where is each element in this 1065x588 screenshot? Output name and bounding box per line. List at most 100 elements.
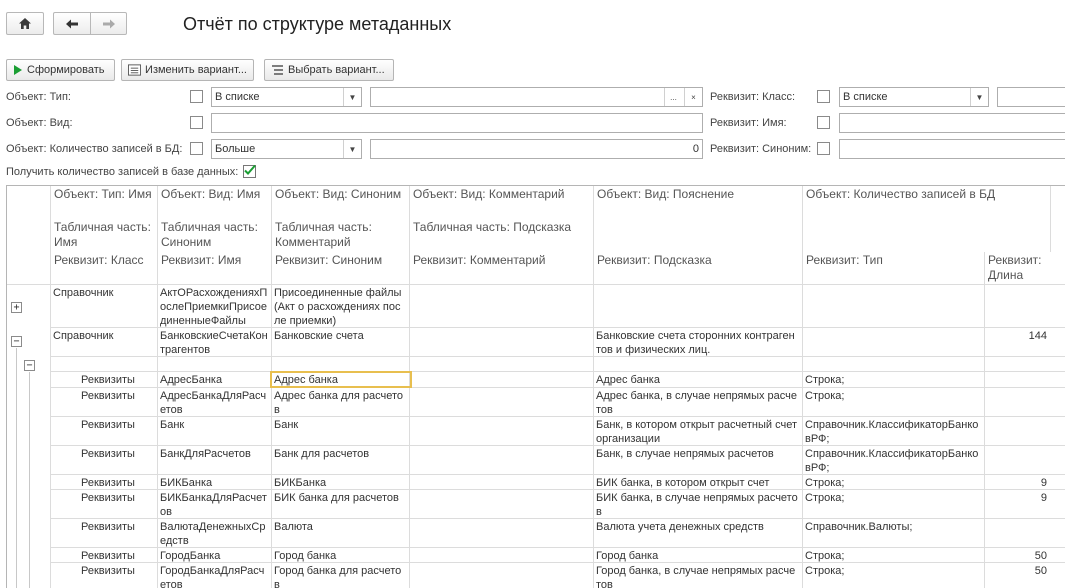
table-cell: БИКБанка bbox=[274, 477, 327, 489]
table-cell-number bbox=[984, 417, 1050, 445]
obj-view-checkbox[interactable] bbox=[190, 116, 203, 129]
report-grid[interactable]: Объект: Тип: Имя Объект: Вид: Имя Объект: … bbox=[6, 185, 1065, 588]
collapse-icon[interactable]: − bbox=[11, 336, 22, 347]
req-class-mode-select[interactable]: В списке ▼ bbox=[839, 87, 989, 107]
expand-icon[interactable]: + bbox=[11, 302, 22, 313]
table-cell: БанкДляРасчетов bbox=[160, 448, 251, 460]
table-cell bbox=[802, 357, 984, 371]
selected-cell[interactable] bbox=[270, 371, 412, 388]
table-cell: Справочник.КлассификаторБанковРФ; bbox=[805, 419, 979, 445]
obj-type-mode-value: В списке bbox=[215, 91, 260, 103]
table-cell: Банк для расчетов bbox=[274, 448, 370, 460]
table-cell-number: 50 bbox=[1034, 565, 1047, 577]
table-cell: Банковские счета bbox=[274, 330, 364, 342]
table-cell-number bbox=[984, 285, 1050, 327]
chevron-down-icon[interactable]: ▼ bbox=[970, 88, 988, 106]
collapse-icon[interactable]: − bbox=[24, 360, 35, 371]
obj-count-value-input[interactable]: 0 bbox=[370, 139, 703, 159]
table-cell: Реквизиты bbox=[81, 390, 135, 402]
table-cell: Реквизиты bbox=[81, 492, 135, 504]
header-cell: Объект: Количество записей в БД bbox=[806, 187, 996, 201]
req-class-value-input[interactable] bbox=[997, 87, 1065, 107]
table-cell: Строка; bbox=[805, 550, 845, 562]
table-cell-number: 144 bbox=[1028, 330, 1047, 342]
chevron-down-icon[interactable]: ▼ bbox=[343, 88, 361, 106]
table-cell: Справочник bbox=[53, 330, 114, 342]
header-cell: Объект: Тип: Имя bbox=[54, 187, 152, 201]
table-cell: Строка; bbox=[805, 477, 845, 489]
table-cell: ГородБанкаДляРасчетов bbox=[160, 565, 265, 588]
choose-variant-button[interactable]: Выбрать вариант... bbox=[264, 59, 394, 81]
req-class-label: Реквизит: Класс: bbox=[710, 91, 796, 103]
table-cell bbox=[802, 285, 984, 327]
table-cell: Справочник.КлассификаторБанковРФ; bbox=[805, 448, 979, 474]
table-cell: Адрес банка bbox=[596, 374, 660, 386]
header-cell: Табличная часть: Подсказка bbox=[413, 220, 572, 234]
table-cell: Город банка для расчетов bbox=[274, 565, 402, 588]
table-cell: Валюта учета денежных средств bbox=[596, 521, 764, 533]
obj-count-checkbox[interactable] bbox=[190, 142, 203, 155]
forward-button[interactable] bbox=[90, 12, 127, 35]
header-cell: Объект: Вид: Синоним bbox=[275, 187, 402, 201]
generate-label: Сформировать bbox=[27, 64, 105, 76]
table-cell-number: 9 bbox=[1040, 477, 1047, 489]
table-cell: АктОРасхожденияхПослеПриемкиПрисоединенн… bbox=[160, 287, 268, 327]
obj-type-checkbox[interactable] bbox=[190, 90, 203, 103]
home-button[interactable] bbox=[6, 12, 44, 35]
body-col-divider bbox=[409, 285, 410, 588]
obj-count-label: Объект: Количество записей в БД: bbox=[6, 143, 183, 155]
table-cell: ГородБанка bbox=[160, 550, 221, 562]
table-cell bbox=[593, 285, 802, 327]
back-button[interactable] bbox=[53, 12, 90, 35]
table-cell: АдресБанкаДляРасчетов bbox=[160, 390, 267, 416]
obj-type-label: Объект: Тип: bbox=[6, 91, 71, 103]
header-cell: Табличная часть: Синоним bbox=[161, 220, 258, 249]
header-cell: Объект: Вид: Имя bbox=[161, 187, 261, 201]
header-cell: Табличная часть: Комментарий bbox=[275, 220, 372, 249]
req-syn-input[interactable] bbox=[839, 139, 1065, 159]
header-cell: Реквизит: Подсказка bbox=[597, 253, 712, 267]
change-variant-label: Изменить вариант... bbox=[145, 64, 247, 76]
get-count-checkbox[interactable] bbox=[243, 164, 256, 178]
arrow-left-icon bbox=[66, 19, 78, 28]
table-cell: Город банка bbox=[596, 550, 659, 562]
table-cell: Присоединенные файлы (Акт о расхождениях… bbox=[274, 287, 402, 327]
header-cell: Реквизит: Имя bbox=[161, 253, 242, 267]
more-button[interactable]: ... bbox=[664, 88, 682, 106]
obj-view-input[interactable] bbox=[211, 113, 703, 133]
table-cell: Реквизиты bbox=[81, 521, 135, 533]
req-class-checkbox[interactable] bbox=[817, 90, 830, 103]
arrow-right-icon bbox=[102, 19, 115, 28]
req-syn-checkbox[interactable] bbox=[817, 142, 830, 155]
table-cell: БанковскиеСчетаКонтрагентов bbox=[160, 330, 268, 356]
req-name-input[interactable] bbox=[839, 113, 1065, 133]
obj-type-value-input[interactable]: ... × bbox=[370, 87, 703, 107]
table-cell: БИК банка, в котором открыт счет bbox=[596, 477, 770, 489]
table-cell: Банк bbox=[160, 419, 185, 431]
table-cell: Банковские счета сторонних контрагентов … bbox=[596, 330, 795, 356]
generate-button[interactable]: Сформировать bbox=[6, 59, 115, 81]
table-cell: Строка; bbox=[805, 390, 845, 402]
get-count-label: Получить количество записей в базе данны… bbox=[6, 166, 239, 178]
obj-count-mode-value: Больше bbox=[215, 143, 256, 155]
chevron-down-icon[interactable]: ▼ bbox=[343, 140, 361, 158]
req-name-label: Реквизит: Имя: bbox=[710, 117, 787, 129]
table-cell-number bbox=[984, 446, 1050, 474]
table-cell: Банк bbox=[274, 419, 299, 431]
table-cell: БИК банка, в случае непрямых расчетов bbox=[596, 492, 798, 518]
table-cell bbox=[802, 328, 984, 356]
clear-button[interactable]: × bbox=[684, 88, 702, 106]
table-cell: БИК банка для расчетов bbox=[274, 492, 399, 504]
header-cell: Реквизит: Класс bbox=[54, 253, 144, 267]
table-cell-number bbox=[984, 357, 1050, 371]
table-cell bbox=[593, 357, 802, 371]
table-cell: Банк, в случае непрямых расчетов bbox=[596, 448, 774, 460]
change-variant-button[interactable]: Изменить вариант... bbox=[121, 59, 254, 81]
choose-variant-label: Выбрать вариант... bbox=[288, 64, 385, 76]
req-name-checkbox[interactable] bbox=[817, 116, 830, 129]
obj-count-mode-select[interactable]: Больше ▼ bbox=[211, 139, 362, 159]
table-cell: БИКБанка bbox=[160, 477, 213, 489]
checkmark-icon bbox=[244, 164, 256, 175]
obj-type-mode-select[interactable]: В списке ▼ bbox=[211, 87, 362, 107]
table-cell: Строка; bbox=[805, 492, 845, 504]
